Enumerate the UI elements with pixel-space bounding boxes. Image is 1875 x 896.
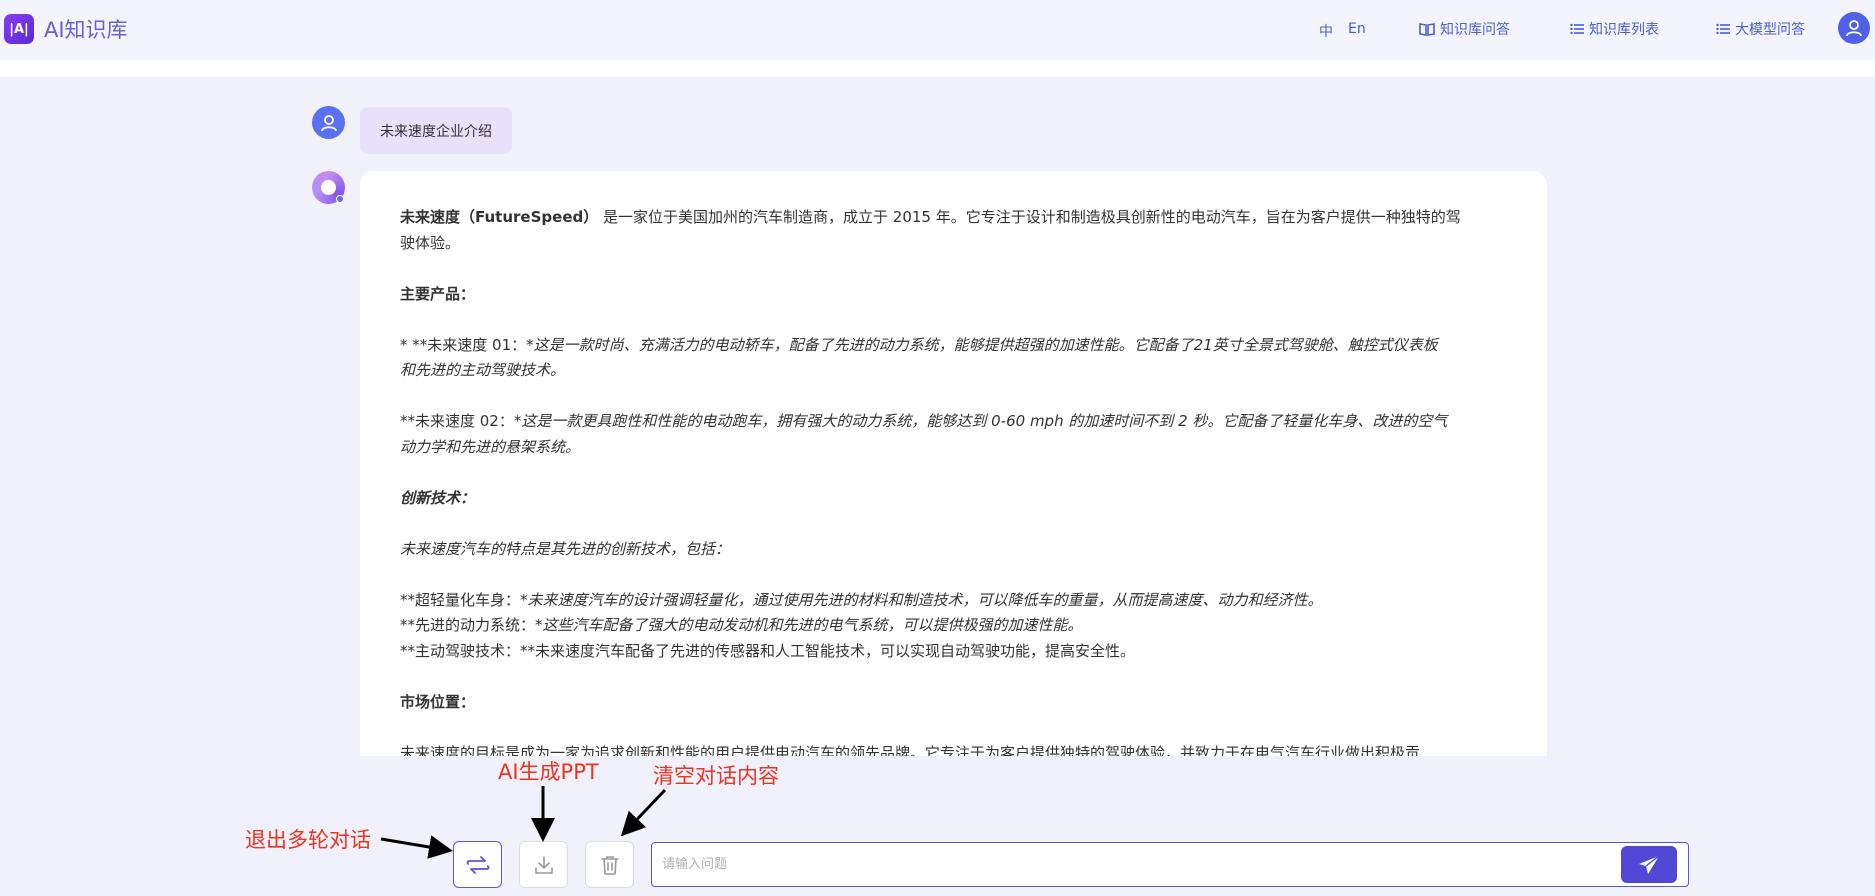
annotation-arrows xyxy=(380,786,667,859)
arrow-clear-chat xyxy=(620,788,667,837)
arrow-exit-multiturn xyxy=(380,835,453,859)
